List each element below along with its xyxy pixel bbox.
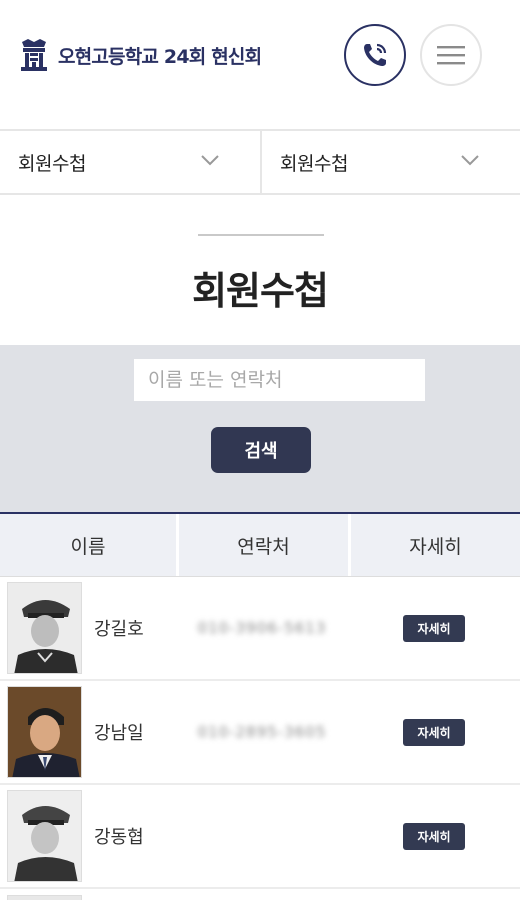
school-logo[interactable]: 오현고등학교 24회 현신회 bbox=[18, 38, 262, 72]
chevron-down-icon bbox=[201, 155, 219, 166]
table-row-partial bbox=[0, 889, 520, 900]
page-title: 회원수첩 bbox=[192, 269, 329, 313]
member-name: 강길호 bbox=[94, 619, 144, 640]
column-header-name: 이름 bbox=[70, 535, 106, 558]
phone-call-icon bbox=[364, 43, 387, 66]
detail-cell: 자세히 bbox=[348, 577, 520, 679]
call-button[interactable] bbox=[344, 24, 406, 86]
member-photo-image bbox=[8, 583, 81, 673]
logo-title: 오현고등학교 24회 현신회 bbox=[58, 45, 262, 68]
member-photo bbox=[7, 895, 82, 900]
search-input[interactable] bbox=[134, 359, 425, 401]
member-photo-image bbox=[8, 791, 81, 881]
member-name: 강남일 bbox=[94, 723, 144, 744]
detail-button[interactable]: 자세히 bbox=[403, 614, 465, 642]
table-row: 강동협 자세히 bbox=[0, 785, 520, 889]
member-phone: 010-2895-3605 bbox=[197, 723, 327, 741]
app-header: 오현고등학교 24회 현신회 bbox=[0, 0, 520, 110]
detail-cell: 자세히 bbox=[348, 785, 520, 887]
title-divider bbox=[198, 234, 324, 236]
member-photo-image bbox=[8, 687, 81, 777]
name-cell: 강남일 bbox=[0, 681, 176, 783]
contact-cell: 010-3906-5613 bbox=[176, 577, 348, 679]
dropdown-label: 회원수첩 bbox=[280, 152, 348, 175]
chevron-down-icon bbox=[461, 155, 479, 166]
member-photo bbox=[7, 582, 82, 674]
member-phone: 010-3906-5613 bbox=[197, 619, 327, 637]
category-dropdown-secondary[interactable]: 회원수첩 bbox=[260, 131, 520, 193]
name-cell: 강길호 bbox=[0, 577, 176, 679]
column-header-detail: 자세히 bbox=[348, 514, 520, 576]
contact-cell bbox=[176, 785, 348, 887]
table-header: 이름 연락처 자세히 bbox=[0, 514, 520, 577]
member-photo bbox=[7, 686, 82, 778]
column-header-contact: 연락처 bbox=[176, 514, 348, 576]
name-cell: 강동협 bbox=[0, 785, 176, 887]
search-button[interactable]: 검색 bbox=[211, 427, 311, 473]
detail-cell: 자세히 bbox=[348, 681, 520, 783]
table-row: 강길호 010-3906-5613 자세히 bbox=[0, 577, 520, 681]
category-dropdown-primary[interactable]: 회원수첩 bbox=[0, 131, 260, 193]
member-table: 이름 연락처 자세히 강길호 010-3906-5613 자세히 강남일 010… bbox=[0, 512, 520, 900]
menu-button[interactable] bbox=[420, 24, 482, 86]
category-dropdowns: 회원수첩 회원수첩 bbox=[0, 129, 520, 195]
search-panel: 검색 bbox=[0, 345, 520, 512]
table-row: 강남일 010-2895-3605 자세히 bbox=[0, 681, 520, 785]
dropdown-label: 회원수첩 bbox=[18, 152, 86, 175]
name-cell bbox=[0, 889, 176, 900]
detail-button[interactable]: 자세히 bbox=[403, 822, 465, 850]
contact-cell: 010-2895-3605 bbox=[176, 681, 348, 783]
member-name: 강동협 bbox=[94, 827, 144, 848]
member-photo bbox=[7, 790, 82, 882]
school-emblem-icon bbox=[21, 39, 47, 71]
hamburger-menu-icon bbox=[437, 46, 465, 65]
detail-button[interactable]: 자세히 bbox=[403, 718, 465, 746]
